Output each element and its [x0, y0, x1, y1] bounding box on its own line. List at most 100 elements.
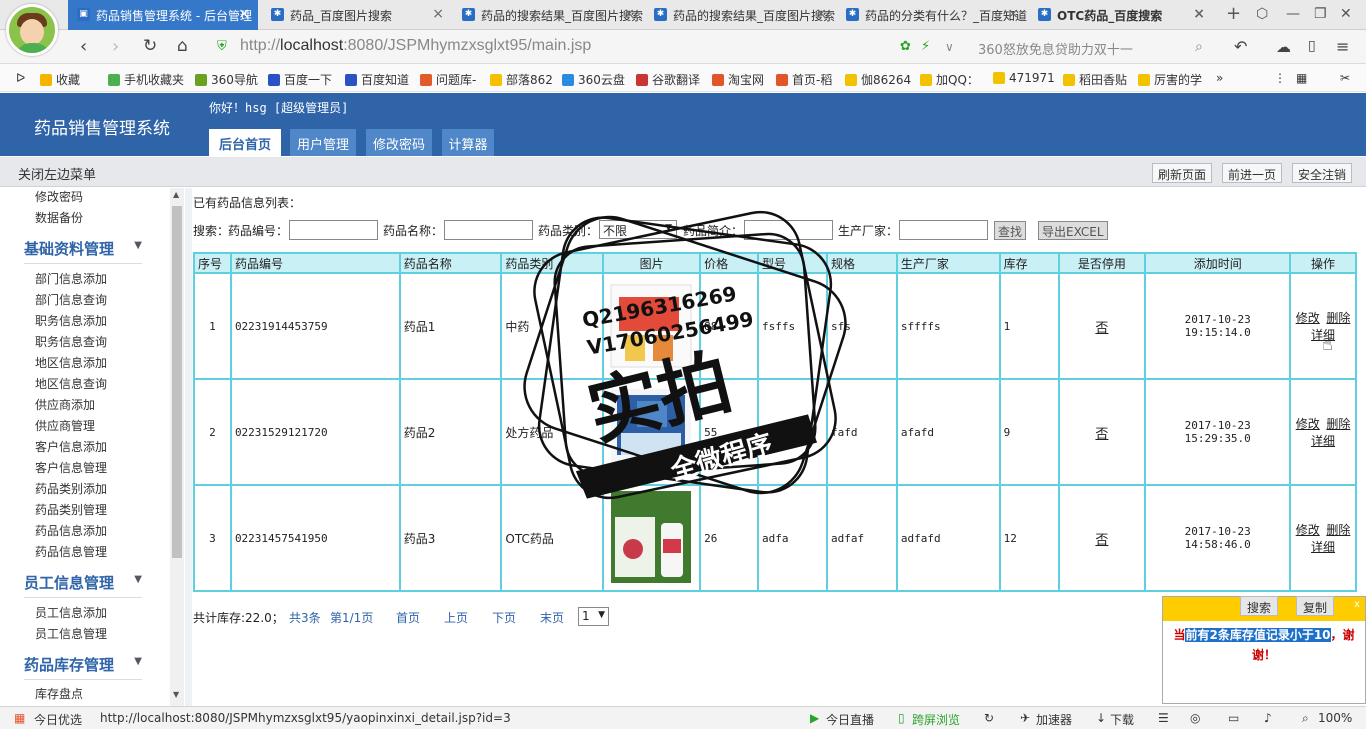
close-tab-icon[interactable]: × — [1007, 6, 1019, 22]
status-accelerator[interactable]: 加速器 — [1036, 711, 1072, 728]
bookmark-item[interactable]: 稻田香贴 — [1063, 71, 1127, 88]
name-input[interactable] — [444, 220, 533, 240]
context-search-button[interactable]: 搜索 — [1240, 596, 1279, 616]
kebab-icon[interactable]: ⋮ — [1274, 71, 1286, 85]
sidebar-item[interactable]: 部门信息添加 — [35, 270, 107, 287]
speaker-icon[interactable]: ♪ — [1264, 711, 1272, 725]
status-zoom[interactable]: 100% — [1318, 711, 1352, 725]
search-suggestion[interactable]: 360怒放免息贷助力双十一 — [978, 39, 1133, 58]
globe-icon[interactable]: ◎ — [1190, 711, 1200, 725]
scroll-up-icon[interactable]: ▲ — [173, 190, 179, 199]
home-icon[interactable]: ⌂ — [177, 36, 188, 56]
minimize-icon[interactable]: — — [1286, 6, 1300, 22]
sidebar-item-backup[interactable]: 数据备份 — [35, 209, 83, 226]
intro-input[interactable] — [744, 220, 833, 240]
window-icon[interactable]: ▭ — [1228, 711, 1239, 725]
bookmark-item[interactable]: 加QQ： — [920, 71, 979, 88]
bookmark-item[interactable]: 伽86264 — [845, 71, 911, 88]
sidebar-item[interactable]: 员工信息添加 — [35, 604, 107, 621]
screenshot-icon[interactable]: ✂ — [1340, 71, 1350, 85]
menu-icon[interactable]: ≡ — [1336, 37, 1349, 56]
page-select[interactable]: 1 ▼ — [578, 607, 609, 626]
bookmark-item[interactable]: 谷歌翻译 — [636, 71, 700, 88]
new-tab-icon[interactable]: + — [1226, 3, 1241, 24]
user-avatar[interactable] — [6, 4, 58, 56]
sidebar-item[interactable]: 客户信息添加 — [35, 438, 107, 455]
refresh-page-button[interactable]: 刷新页面 — [1152, 163, 1213, 183]
menu-calculator[interactable]: 计算器 — [442, 129, 494, 156]
bookmark-item[interactable]: 百度知道 — [345, 71, 409, 88]
close-tab-icon[interactable]: × — [815, 6, 827, 22]
cell-disabled[interactable]: 否 — [1057, 484, 1147, 592]
sidebar-item[interactable]: 地区信息查询 — [35, 375, 107, 392]
reader-icon[interactable]: ☰ — [1158, 711, 1169, 725]
edit-link[interactable]: 修改 — [1296, 311, 1320, 325]
sidebar-item[interactable]: 供应商添加 — [35, 396, 95, 413]
menu-change-password[interactable]: 修改密码 — [366, 129, 432, 156]
sidebar-item[interactable]: 药品信息添加 — [35, 522, 107, 539]
bookmark-item[interactable]: 471971 — [993, 71, 1055, 85]
cloud-icon[interactable]: ☁ — [1276, 38, 1291, 56]
sidebar-icon[interactable]: ▯ — [1308, 38, 1316, 54]
forward-icon[interactable]: › — [112, 36, 119, 57]
popup-close-icon[interactable]: x — [1350, 598, 1364, 612]
sidebar-item[interactable]: 职务信息添加 — [35, 312, 107, 329]
browser-tab-1[interactable]: ▣ 药品销售管理系统 - 后台管理 × — [68, 0, 258, 30]
edit-link[interactable]: 修改 — [1296, 417, 1320, 431]
more-bookmarks-icon[interactable]: » — [1216, 71, 1223, 85]
bookmark-item[interactable]: 厉害的学 — [1138, 71, 1202, 88]
sidebar-item[interactable]: 职务信息查询 — [35, 333, 107, 350]
category-select[interactable]: 不限 ▼ — [599, 220, 677, 239]
status-download[interactable]: 下载 — [1110, 711, 1134, 728]
sidebar-group-stock[interactable]: 药品库存管理 ▼ — [24, 654, 142, 680]
code-input[interactable] — [289, 220, 378, 240]
browser-tab-2[interactable]: ✱ 药品_百度图片搜索 × — [262, 0, 452, 30]
sidebar-group-staff[interactable]: 员工信息管理 ▼ — [24, 572, 142, 598]
cell-disabled[interactable]: 否 — [1057, 378, 1147, 486]
search-icon[interactable]: ⌕ — [1195, 39, 1203, 55]
sidebar-item[interactable]: 药品信息管理 — [35, 543, 107, 560]
cell-disabled[interactable]: 否 — [1057, 272, 1147, 380]
sidebar-item-change-password[interactable]: 修改密码 — [35, 188, 83, 205]
bookmark-item[interactable]: 百度一下 — [268, 71, 332, 88]
delete-link[interactable]: 删除 — [1326, 311, 1350, 325]
close-tab-icon[interactable]: × — [238, 6, 250, 22]
sidebar-item[interactable]: 员工信息管理 — [35, 625, 107, 642]
bookmark-item[interactable]: 问题库- — [420, 71, 476, 88]
expand-icon[interactable]: ᐅ — [16, 71, 25, 85]
close-tab-icon[interactable]: × — [623, 6, 635, 22]
undo-icon[interactable]: ↶ — [1234, 37, 1247, 56]
sidebar-scrollbar[interactable]: ▲ ▼ — [170, 188, 184, 706]
bookmark-item[interactable]: 360导航 — [195, 71, 258, 88]
maker-input[interactable] — [899, 220, 988, 240]
sidebar-item[interactable]: 地区信息添加 — [35, 354, 107, 371]
bookmark-item[interactable]: 手机收藏夹 — [108, 71, 184, 88]
url-field[interactable]: http://localhost:8080/JSPMhymzxsglxt95/m… — [240, 37, 591, 55]
refresh-icon[interactable]: ↻ — [984, 711, 994, 725]
sidebar-item[interactable]: 供应商管理 — [35, 417, 95, 434]
menu-home[interactable]: 后台首页 — [209, 129, 281, 156]
next-page-link[interactable]: 下页 — [492, 609, 516, 626]
logout-button[interactable]: 安全注销 — [1292, 163, 1353, 183]
reload-icon[interactable]: ↻ — [143, 36, 157, 56]
scroll-down-icon[interactable]: ▼ — [173, 690, 179, 699]
export-excel-button[interactable]: 导出EXCEL — [1038, 221, 1108, 240]
scrollbar-thumb[interactable] — [172, 206, 182, 558]
bookmark-item[interactable]: 首页-稻 — [776, 71, 832, 88]
delete-link[interactable]: 删除 — [1326, 417, 1350, 431]
bookmark-item[interactable]: 收藏 — [40, 71, 80, 88]
back-icon[interactable]: ‹ — [80, 36, 87, 57]
sidebar-group-basic[interactable]: 基础资料管理 ▼ — [24, 238, 142, 264]
last-page-link[interactable]: 末页 — [540, 609, 564, 626]
maximize-icon[interactable]: ❐ — [1314, 6, 1327, 22]
detail-link[interactable]: 详细 — [1311, 540, 1335, 554]
sidebar-item[interactable]: 客户信息管理 — [35, 459, 107, 476]
context-copy-button[interactable]: 复制 — [1296, 596, 1335, 616]
browser-tab-4[interactable]: ✱ 药品的搜索结果_百度图片搜索 × — [645, 0, 835, 30]
detail-link[interactable]: 详细 — [1311, 434, 1335, 448]
sidebar-item[interactable]: 药品类别添加 — [35, 480, 107, 497]
status-cross-screen[interactable]: 跨屏浏览 — [912, 711, 960, 728]
lightning-icon[interactable]: ⚡ — [921, 39, 930, 54]
sidebar-item[interactable]: 药品类别管理 — [35, 501, 107, 518]
bookmark-item[interactable]: 部落862 — [490, 71, 553, 88]
